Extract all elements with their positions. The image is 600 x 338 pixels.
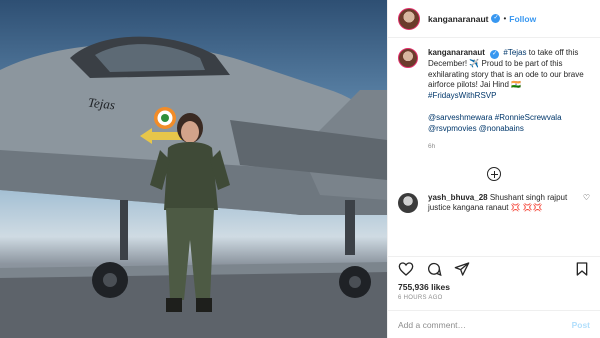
avatar[interactable] xyxy=(398,7,420,30)
caption-username[interactable]: kanganaranaut xyxy=(428,48,485,57)
action-bar xyxy=(388,256,600,280)
comment-emojis: 💢 💢💢 xyxy=(510,203,543,212)
comments-section: kanganaranaut ✓ #Tejas to take off this … xyxy=(388,38,600,252)
plus-circle-icon[interactable] xyxy=(487,166,501,181)
load-more-comments[interactable] xyxy=(398,166,590,181)
separator: • xyxy=(503,14,507,23)
hashtag-fridays[interactable]: #FridaysWithRSVP xyxy=(428,91,496,100)
likes-count[interactable]: 755,936 likes xyxy=(398,282,450,292)
save-icon[interactable] xyxy=(574,261,590,277)
add-comment-bar: Post xyxy=(388,310,600,338)
header-username[interactable]: kanganaranaut xyxy=(428,14,488,24)
comment-body: yash_bhuva_28 Shushant singh rajput just… xyxy=(428,193,578,214)
caption-avatar[interactable] xyxy=(398,48,418,68)
hashtag-tejas[interactable]: #Tejas xyxy=(503,48,526,57)
caption-body: kanganaranaut ✓ #Tejas to take off this … xyxy=(428,48,588,153)
instagram-post: Tejas kanganaranaut ✓ • Follow kanganara… xyxy=(0,0,600,338)
comment-icon[interactable] xyxy=(426,261,442,277)
post-button[interactable]: Post xyxy=(572,320,590,330)
comment-input[interactable] xyxy=(398,319,572,330)
post-image[interactable]: Tejas xyxy=(0,0,387,338)
comment-like-heart-icon[interactable]: ♡ xyxy=(583,193,590,214)
plane-emoji: ✈️ xyxy=(469,59,480,68)
caption-mentions[interactable]: @sarveshmewara #RonnieScrewvala @rsvpmov… xyxy=(428,113,588,134)
post-header: kanganaranaut ✓ • Follow xyxy=(388,0,600,38)
jet-illustration xyxy=(0,36,387,338)
jet-name-label: Tejas xyxy=(87,94,116,113)
caption-time: 6h xyxy=(428,143,436,150)
heart-icon[interactable] xyxy=(398,261,414,277)
runway xyxy=(0,268,387,338)
verified-icon: ✓ xyxy=(491,14,501,23)
comment-avatar[interactable] xyxy=(398,192,418,213)
post-side-panel: kanganaranaut ✓ • Follow kanganaranaut ✓… xyxy=(387,0,600,338)
verified-icon: ✓ xyxy=(490,50,500,59)
comment-item: yash_bhuva_28 Shushant singh rajput just… xyxy=(398,192,590,214)
caption: kanganaranaut ✓ #Tejas to take off this … xyxy=(398,48,590,153)
posted-time: 6 HOURS AGO xyxy=(398,295,443,301)
share-icon[interactable] xyxy=(454,261,470,277)
flag-emoji: 🇮🇳 xyxy=(511,80,522,89)
follow-button[interactable]: Follow xyxy=(509,14,536,24)
comment-username[interactable]: yash_bhuva_28 xyxy=(428,193,488,202)
